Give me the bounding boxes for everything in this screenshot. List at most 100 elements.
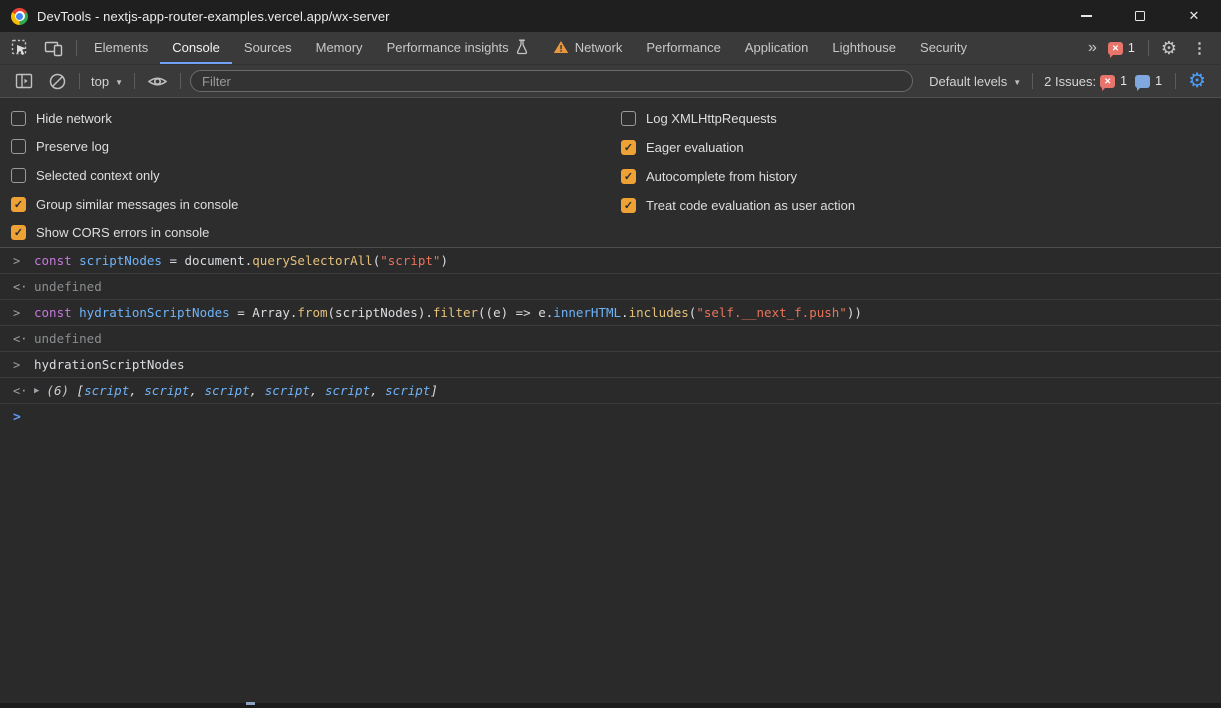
error-count: 1 — [1120, 74, 1127, 88]
setting-eager-evaluation[interactable]: ✓Eager evaluation — [621, 133, 855, 162]
divider — [134, 73, 135, 89]
chevron-down-icon: ▼ — [1013, 78, 1021, 87]
checkbox[interactable] — [621, 111, 636, 126]
toggle-sidebar-button[interactable] — [8, 72, 41, 91]
divider — [1148, 40, 1149, 56]
setting-selected-context-only[interactable]: Selected context only — [11, 161, 610, 190]
tab-lighthouse[interactable]: Lighthouse — [820, 32, 908, 64]
checkbox[interactable]: ✓ — [11, 197, 26, 212]
checkbox[interactable] — [11, 111, 26, 126]
tab-strip: Elements Console Sources Memory Performance … — [82, 32, 979, 64]
setting-show-cors-errors-in-console[interactable]: ✓ Show CORS errors in console — [11, 218, 610, 247]
result-arrow-icon: <· — [13, 280, 26, 294]
tab-memory[interactable]: Memory — [304, 32, 375, 64]
setting-group-similar-messages-in-console[interactable]: ✓ Group similar messages in console — [11, 190, 610, 219]
issues-summary[interactable]: 2 Issues: — [1044, 74, 1096, 89]
close-button[interactable]: ✕ — [1167, 0, 1221, 32]
checkbox-label: Selected context only — [36, 168, 160, 183]
gear-icon: ⚙ — [1161, 39, 1177, 57]
checkbox-label: Group similar messages in console — [36, 197, 238, 212]
prompt-chevron-icon: > — [13, 410, 21, 425]
sidebar-panel-icon — [15, 72, 34, 91]
tab-label: Memory — [316, 40, 363, 55]
divider — [1032, 73, 1033, 89]
create-live-expression-button[interactable] — [140, 72, 175, 91]
toggle-device-toolbar-button[interactable] — [37, 32, 71, 64]
clear-console-button[interactable] — [41, 72, 74, 91]
maximize-icon — [1135, 11, 1145, 21]
inspect-element-button[interactable] — [4, 32, 37, 64]
chevron-down-icon: ▼ — [115, 78, 123, 87]
console-input-row: >hydrationScriptNodes — [0, 352, 1221, 378]
checkbox-label: Treat code evaluation as user action — [646, 198, 855, 213]
input-chevron-icon: > — [13, 254, 26, 268]
console-input-row: >const hydrationScriptNodes = Array.from… — [0, 300, 1221, 326]
console-settings-button[interactable]: ⚙ — [1181, 71, 1213, 91]
tab-label: Security — [920, 40, 967, 55]
console-text: (6) [script, script, script, script, scr… — [46, 383, 437, 398]
tab-label: Performance — [646, 40, 720, 55]
console-messages: > const scriptNodes = document.querySelec… — [0, 248, 1221, 404]
page-errors-icon[interactable]: ✕ — [1108, 42, 1123, 55]
minimize-button[interactable] — [1059, 0, 1113, 32]
tab-label: Application — [745, 40, 809, 55]
tab-label: Sources — [244, 40, 292, 55]
clear-icon — [48, 72, 67, 91]
eye-icon — [147, 72, 168, 91]
tab-performance-insights[interactable]: Performance insights — [375, 32, 541, 64]
console-text: const scriptNodes = document.querySelect… — [34, 253, 448, 268]
page-errors-count: 1 — [1128, 41, 1135, 55]
checkbox-label: Log XMLHttpRequests — [646, 111, 777, 126]
chrome-logo-icon — [11, 8, 28, 25]
input-chevron-icon: > — [13, 358, 26, 372]
setting-log-xmlhttprequests[interactable]: Log XMLHttpRequests — [621, 104, 855, 133]
checkbox-label: Autocomplete from history — [646, 169, 797, 184]
filter-input[interactable] — [190, 70, 913, 92]
more-tabs-button[interactable]: » — [1078, 39, 1108, 57]
tab-bar-right: » ✕ 1 ⚙ ⋮ — [1078, 32, 1221, 64]
log-levels-dropdown[interactable]: Default levels ▼ — [923, 74, 1027, 89]
tab-security[interactable]: Security — [908, 32, 979, 64]
tab-label: Elements — [94, 40, 148, 55]
tab-performance[interactable]: Performance — [634, 32, 732, 64]
window-title-bar: DevTools - nextjs-app-router-examples.ve… — [0, 0, 1221, 32]
warning-icon — [553, 40, 569, 54]
console-toolbar: top ▼ Default levels ▼ 2 Issues: ✕ 1 1 ⚙ — [0, 65, 1221, 98]
divider — [76, 40, 77, 56]
console-text: undefined — [34, 331, 102, 346]
devtools-menu-button[interactable]: ⋮ — [1184, 39, 1215, 57]
tab-elements[interactable]: Elements — [82, 32, 160, 64]
tab-label: Network — [575, 40, 623, 55]
tab-label: Lighthouse — [832, 40, 896, 55]
console-output: > const scriptNodes = document.querySelec… — [0, 248, 1221, 703]
console-result-row: <· undefined — [0, 326, 1221, 352]
result-arrow-icon: <· — [13, 332, 26, 346]
window-bottom-edge — [0, 703, 1221, 708]
setting-hide-network[interactable]: Hide network — [11, 104, 610, 133]
devtools-settings-button[interactable]: ⚙ — [1154, 39, 1184, 57]
checkbox[interactable] — [11, 139, 26, 154]
tab-console[interactable]: Console — [160, 32, 232, 64]
checkbox[interactable] — [11, 168, 26, 183]
checkbox[interactable]: ✓ — [621, 198, 636, 213]
expand-triangle-icon[interactable]: ▶ — [34, 386, 39, 396]
flask-icon — [515, 39, 529, 55]
setting-treat-code-evaluation-as-user-action[interactable]: ✓ Treat code evaluation as user action — [621, 191, 855, 220]
setting-preserve-log[interactable]: Preserve log — [11, 133, 610, 162]
setting-autocomplete-from-history[interactable]: ✓ Autocomplete from history — [621, 162, 855, 191]
maximize-button[interactable] — [1113, 0, 1167, 32]
checkbox[interactable]: ✓ — [11, 225, 26, 240]
checkbox-label: Show CORS errors in console — [36, 225, 209, 240]
checkbox[interactable]: ✓ — [621, 140, 636, 155]
tab-network[interactable]: Network — [541, 32, 635, 64]
tab-sources[interactable]: Sources — [232, 32, 304, 64]
levels-label: Default levels — [929, 74, 1007, 89]
console-settings-pane: Hide networkPreserve log Selected context… — [0, 98, 1221, 248]
console-prompt[interactable]: > — [0, 404, 1221, 430]
javascript-context-dropdown[interactable]: top ▼ — [85, 74, 129, 89]
divider — [180, 73, 181, 89]
tab-application[interactable]: Application — [733, 32, 821, 64]
devtools-tab-bar: Elements Console Sources Memory Performance … — [0, 32, 1221, 65]
checkbox[interactable]: ✓ — [621, 169, 636, 184]
result-arrow-icon: <· — [13, 384, 26, 398]
